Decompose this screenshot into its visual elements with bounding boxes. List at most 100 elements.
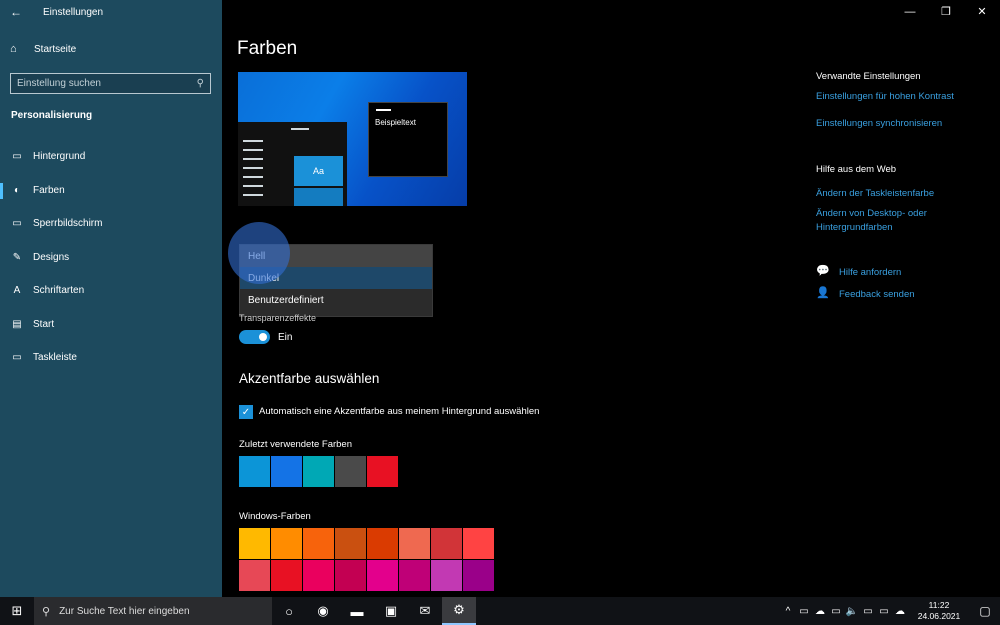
preview-line (243, 176, 263, 178)
file-explorer-icon[interactable]: ▬ (340, 597, 374, 625)
window-controls: — ❐ ✕ (892, 0, 1000, 24)
sidebar-item-label: Hintergrund (33, 151, 86, 163)
sidebar-item-taskleiste[interactable]: ▭ Taskleiste (0, 341, 222, 375)
color-swatch[interactable] (303, 528, 334, 559)
color-swatch[interactable] (367, 560, 398, 591)
mail-icon[interactable]: ✉ (408, 597, 442, 625)
font-icon: A (13, 285, 21, 297)
feedback-icon: 👤 (816, 287, 830, 299)
web-help-heading: Hilfe aus dem Web (816, 164, 897, 175)
color-swatch[interactable] (239, 456, 270, 487)
help-link-taskbar-color[interactable]: Ändern der Taskleistenfarbe (816, 187, 934, 201)
clock-time: 11:22 (928, 600, 950, 610)
store-icon[interactable]: ▣ (374, 597, 408, 625)
tray-icon[interactable]: ☁ (813, 606, 827, 617)
color-swatch[interactable] (303, 456, 334, 487)
color-swatch[interactable] (399, 560, 430, 591)
task-view-icon[interactable]: ○ (272, 597, 306, 625)
color-swatch[interactable] (335, 456, 366, 487)
color-swatch[interactable] (431, 560, 462, 591)
settings-icon[interactable]: ⚙ (442, 597, 476, 625)
sidebar-item-label: Schriftarten (33, 285, 85, 297)
tray-icon[interactable]: ☁ (893, 606, 907, 617)
sidebar: ← Einstellungen ⌂ Startseite Einstellung… (0, 0, 222, 597)
taskbar-apps: ○ ◉ ▬ ▣ ✉ ⚙ (272, 597, 476, 625)
preview-line (291, 128, 309, 130)
help-link-desktop-colors[interactable]: Ändern von Desktop- oder Hintergrundfarb… (816, 207, 927, 234)
start-menu-icon: ▤ (12, 318, 22, 330)
feedback-link[interactable]: Feedback senden (839, 288, 915, 302)
search-icon[interactable]: ⚲ (197, 78, 204, 89)
color-swatch[interactable] (367, 528, 398, 559)
back-arrow-icon[interactable]: ← (0, 0, 32, 24)
sidebar-item-sperrbildschirm[interactable]: ▭ Sperrbildschirm (0, 207, 222, 241)
sidebar-item-hintergrund[interactable]: ▭ Hintergrund (0, 140, 222, 174)
auto-accent-checkbox[interactable]: ✓ (239, 405, 253, 419)
high-contrast-link[interactable]: Einstellungen für hohen Kontrast (816, 90, 954, 104)
sidebar-item-schriftarten[interactable]: A Schriftarten (0, 274, 222, 308)
tray-icon[interactable]: ▭ (797, 606, 811, 617)
clock[interactable]: 11:22 24.06.2021 (914, 600, 964, 622)
close-button[interactable]: ✕ (964, 0, 1000, 24)
brush-icon: ✎ (12, 251, 22, 263)
color-swatch[interactable] (239, 560, 270, 591)
toggle-knob (259, 333, 267, 341)
tray-icon[interactable]: 🔈 (845, 606, 859, 617)
preview-line (243, 167, 263, 169)
color-swatch[interactable] (271, 528, 302, 559)
related-settings-heading: Verwandte Einstellungen (816, 71, 921, 82)
sync-settings-link[interactable]: Einstellungen synchronisieren (816, 117, 942, 131)
color-swatch[interactable] (463, 528, 494, 559)
minimize-button[interactable]: — (892, 0, 928, 24)
tray-icon[interactable]: ▭ (877, 606, 891, 617)
app-title: Einstellungen (43, 6, 104, 18)
edge-icon[interactable]: ◉ (306, 597, 340, 625)
color-swatch[interactable] (271, 560, 302, 591)
auto-accent-label: Automatisch eine Akzentfarbe aus meinem … (259, 406, 540, 417)
sidebar-item-label: Start (33, 318, 55, 330)
tray-icon[interactable]: ^ (781, 606, 795, 617)
transparency-toggle[interactable] (239, 330, 270, 344)
preview-line (243, 158, 263, 160)
tray-icon[interactable]: ▭ (829, 606, 843, 617)
notification-icon[interactable]: ▢ (970, 604, 1000, 618)
color-swatch[interactable] (271, 456, 302, 487)
color-swatch[interactable] (399, 528, 430, 559)
home-label: Startseite (34, 43, 77, 55)
help-link-line-2: Hintergrundfarben (816, 221, 893, 233)
sidebar-item-start[interactable]: ▤ Start (0, 308, 222, 342)
color-swatch[interactable] (431, 528, 462, 559)
sidebar-item-label: Sperrbildschirm (33, 218, 103, 230)
tray-icon[interactable]: ▭ (861, 606, 875, 617)
color-swatch[interactable] (239, 528, 270, 559)
color-swatch[interactable] (463, 560, 494, 591)
taskbar-icon: ▭ (12, 352, 22, 364)
home-link[interactable]: ⌂ Startseite (0, 32, 222, 66)
recent-colors-label: Zuletzt verwendete Farben (239, 439, 353, 450)
dropdown-option-benutzerdefiniert[interactable]: Benutzerdefiniert (240, 289, 432, 311)
color-swatch[interactable] (367, 456, 398, 487)
sidebar-item-label: Farben (33, 184, 65, 196)
sidebar-item-designs[interactable]: ✎ Designs (0, 241, 222, 275)
settings-search-input[interactable]: Einstellung suchen ⚲ (10, 73, 211, 94)
preview-line (243, 185, 263, 187)
preview-window-bar (376, 109, 391, 111)
system-tray: ^ ▭ ☁ ▭ 🔈 ▭ ▭ ☁ 11:22 24.06.2021 ▢ (780, 597, 1000, 625)
get-help-link[interactable]: Hilfe anfordern (839, 266, 901, 280)
windows-colors-label: Windows-Farben (239, 511, 311, 522)
windows-start-icon[interactable]: ⊞ (0, 597, 34, 625)
touch-indicator (228, 222, 290, 284)
sidebar-item-farben[interactable]: ◐ Farben (0, 174, 222, 208)
preview-line (243, 149, 263, 151)
color-swatch[interactable] (335, 528, 366, 559)
color-swatch[interactable] (335, 560, 366, 591)
tray-icons: ^ ▭ ☁ ▭ 🔈 ▭ ▭ ☁ (780, 606, 908, 617)
accent-heading: Akzentfarbe auswählen (239, 371, 380, 386)
color-swatch[interactable] (303, 560, 334, 591)
taskbar-search-input[interactable]: ⚲ Zur Suche Text hier eingeben (34, 597, 272, 625)
page-title: Farben (237, 38, 298, 59)
taskbar: ⊞ ⚲ Zur Suche Text hier eingeben ○ ◉ ▬ ▣ ✉ ⚙ … (0, 597, 1000, 625)
maximize-button[interactable]: ❐ (928, 0, 964, 24)
title-bar: ← Einstellungen (0, 0, 222, 24)
sidebar-item-label: Taskleiste (33, 352, 77, 364)
